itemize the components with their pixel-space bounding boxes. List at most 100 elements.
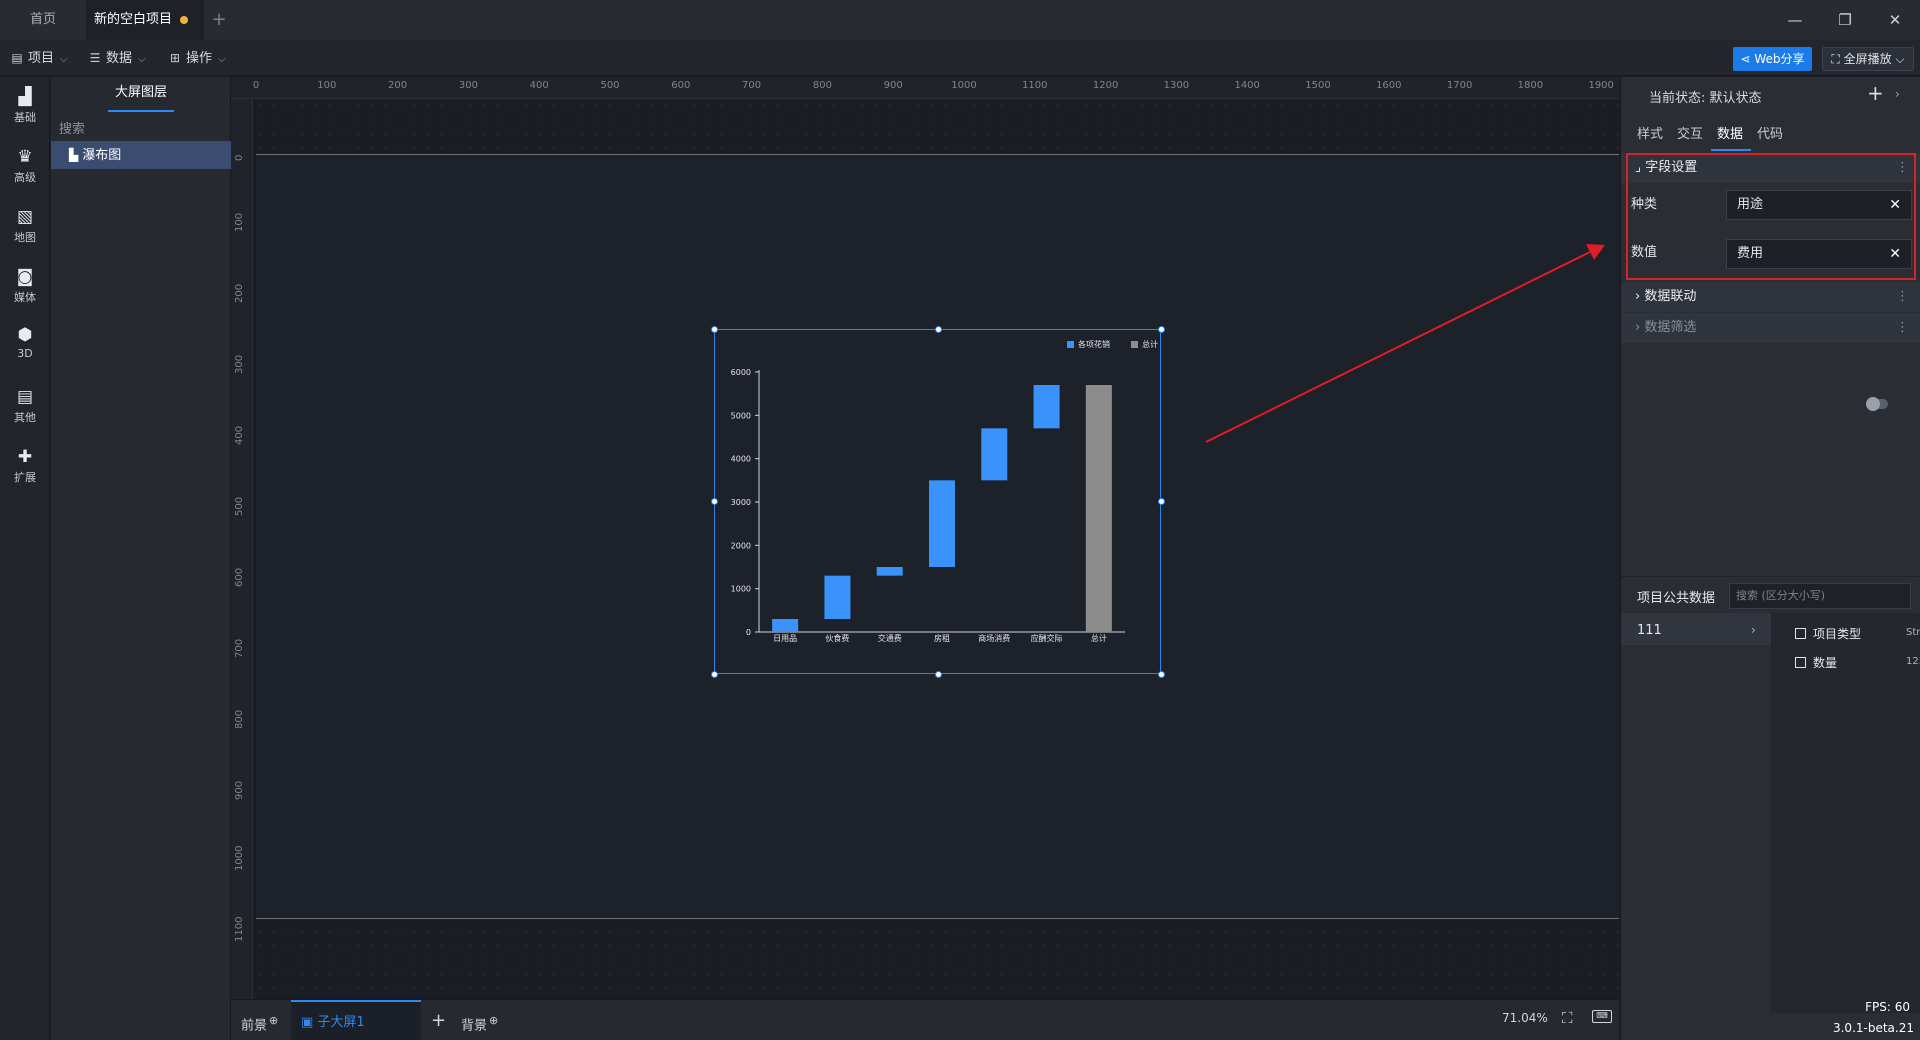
add-state-button[interactable]: + — [1867, 81, 1884, 105]
ruler-tick-label: 0 — [234, 154, 245, 161]
ruler-tick-label: 500 — [234, 496, 245, 516]
resize-handle-top-left[interactable] — [711, 326, 718, 333]
category-other[interactable]: ▤ 其他 — [0, 387, 50, 425]
category-extension-label: 扩展 — [14, 471, 36, 484]
restore-button[interactable]: ❐ — [1820, 0, 1870, 40]
add-tab-button[interactable]: + — [206, 0, 232, 40]
category-media[interactable]: ◙ 媒体 — [0, 267, 50, 305]
category-media-label: 媒体 — [14, 291, 36, 304]
y-tick-label: 6000 — [731, 368, 751, 377]
public-data-fields: 项目类型 Str 数量 123 — [1771, 613, 1920, 1013]
checkbox[interactable] — [1795, 628, 1806, 639]
foreground-tab[interactable]: 前景 ⊕ — [241, 1000, 278, 1040]
layer-search-input[interactable]: 搜索 — [59, 117, 223, 143]
data-filter-toggle[interactable] — [1866, 397, 1888, 411]
resize-handle-top[interactable] — [935, 326, 942, 333]
crown-icon: ♛ — [17, 147, 33, 167]
ruler-tick-label: 1300 — [1163, 80, 1190, 91]
resize-handle-left[interactable] — [711, 498, 718, 505]
minimize-button[interactable]: — — [1770, 0, 1820, 40]
keyboard-icon[interactable]: ⌨ — [1592, 1010, 1612, 1023]
tab-project[interactable]: 新的空白项目 — [86, 0, 204, 40]
screen-layer-bar: 前景 ⊕ ▣ 子大屏1 + 背景 ⊕ — [231, 999, 1619, 1040]
fullscreen-icon: ⛶ — [1831, 52, 1844, 66]
share-icon: ⋖ — [1740, 52, 1755, 66]
fullscreen-label: 全屏播放 — [1843, 52, 1892, 66]
version-label: 3.0.1-beta.21 — [1832, 1021, 1914, 1035]
x-tick-label: 商场消费 — [978, 633, 1010, 643]
public-data-search-input[interactable]: 搜索 (区分大小写) — [1729, 583, 1911, 609]
ruler-tick-label: 1800 — [1517, 80, 1544, 91]
ruler-tick-label: 200 — [234, 283, 245, 303]
tab-home[interactable]: 首页 — [0, 0, 86, 40]
web-share-button[interactable]: ⋖ Web分享 — [1733, 47, 1812, 71]
property-panel: 当前状态: 默认状态 + › 样式 交互 数据 代码 ⌟ 字段设置 ⋮ 种类 用途… — [1620, 77, 1920, 1040]
waterfall-bar — [1033, 385, 1060, 429]
horizontal-ruler: 0 100 200 300 400 500 600 700 800 900 1000 1100 1200… — [231, 77, 1619, 99]
ruler-tick-label: 900 — [883, 80, 903, 91]
ruler-tick-label: 300 — [458, 80, 478, 91]
current-state[interactable]: 当前状态: 默认状态 — [1649, 87, 1762, 106]
menu-bar: ▤ 项目 ⌵ ☰ 数据 ⌵ ⊞ 操作 ⌵ — [0, 40, 1920, 76]
background-tab[interactable]: 背景 ⊕ — [461, 1000, 498, 1040]
category-extension[interactable]: ✚ 扩展 — [0, 447, 50, 485]
layer-panel-tab[interactable]: 大屏图层 — [51, 77, 231, 112]
y-tick-label: 2000 — [731, 541, 751, 550]
tab-data[interactable]: 数据 — [1717, 123, 1743, 142]
menu-project[interactable]: ▤ 项目 ⌵ — [10, 40, 67, 76]
more-icon[interactable]: ⋮ — [1896, 282, 1909, 312]
resize-handle-bottom-right[interactable] — [1158, 671, 1165, 678]
ruler-tick-label: 900 — [234, 780, 245, 800]
legend-label: 总计 — [1142, 339, 1158, 349]
category-advanced[interactable]: ♛ 高级 — [0, 147, 50, 185]
category-3d[interactable]: ⬢ 3D — [0, 325, 50, 360]
tab-style[interactable]: 样式 — [1637, 123, 1663, 142]
ruler-tick-label: 600 — [234, 567, 245, 587]
waterfall-chart-widget[interactable]: 0 1000 2000 3000 4000 5000 6000 日用品 伙食费 交通费 房租 商场消费… — [711, 326, 1165, 678]
public-data-list: 111 › — [1621, 613, 1771, 1013]
resize-handle-bottom-left[interactable] — [711, 671, 718, 678]
list-item[interactable]: 111 › — [1621, 613, 1771, 645]
resize-handle-top-right[interactable] — [1158, 326, 1165, 333]
data-filter-header[interactable]: › 数据筛选 ⋮ — [1621, 313, 1920, 343]
tab-interaction[interactable]: 交互 — [1677, 123, 1703, 142]
waterfall-chart: 0 1000 2000 3000 4000 5000 6000 日用品 伙食费 交通费 房租 商场消费… — [731, 339, 1158, 643]
add-circle-icon[interactable]: ⊕ — [269, 1014, 278, 1027]
sub-screen-tab[interactable]: ▣ 子大屏1 — [291, 1000, 421, 1040]
ruler-tick-label: 1100 — [234, 916, 245, 942]
category-map[interactable]: ▧ 地图 — [0, 207, 50, 245]
legend-label: 各项花销 — [1078, 339, 1110, 349]
tab-project-label: 新的空白项目 — [94, 12, 173, 27]
resize-handle-right[interactable] — [1158, 498, 1165, 505]
ruler-tick-label: 1600 — [1376, 80, 1402, 91]
fit-screen-icon[interactable]: ⛶ — [1562, 1009, 1573, 1027]
menu-operation[interactable]: ⊞ 操作 ⌵ — [168, 40, 226, 76]
waterfall-bar — [929, 480, 955, 567]
fullscreen-play-button[interactable]: ⛶ 全屏播放 ⌵ — [1822, 47, 1914, 71]
layer-item-label: 瀑布图 — [82, 148, 122, 163]
title-bar: 首页 新的空白项目 + — ❐ ✕ — [0, 0, 1920, 40]
menu-data[interactable]: ☰ 数据 ⌵ — [88, 40, 146, 76]
legend-swatch — [1131, 341, 1138, 348]
checkbox[interactable] — [1795, 657, 1806, 668]
y-tick-label: 3000 — [731, 498, 751, 507]
add-sub-screen-button[interactable]: + — [431, 1000, 446, 1040]
zoom-level[interactable]: 71.04% — [1502, 1011, 1548, 1025]
more-icon[interactable]: ⋮ — [1896, 313, 1909, 343]
ruler-tick-label: 1000 — [951, 80, 977, 91]
resize-handle-bottom[interactable] — [935, 671, 942, 678]
grid-icon: ⊞ — [169, 51, 181, 65]
category-basic[interactable]: ▟ 基础 — [0, 87, 50, 125]
waterfall-bar — [772, 619, 799, 632]
close-window-button[interactable]: ✕ — [1870, 0, 1920, 40]
menu-operation-label: 操作 — [186, 51, 213, 66]
y-tick-label: 1000 — [731, 585, 751, 594]
data-linkage-header[interactable]: › 数据联动 ⋮ — [1621, 282, 1920, 312]
component-category-bar: ▟ 基础 ♛ 高级 ▧ 地图 ◙ 媒体 ⬢ 3D ▤ 其他 ✚ 扩展 — [0, 77, 50, 1040]
tab-code[interactable]: 代码 — [1757, 123, 1783, 142]
chevron-right-icon: › — [1635, 289, 1645, 304]
layer-item-waterfall[interactable]: ▙ 瀑布图 — [51, 141, 231, 169]
chevron-right-icon[interactable]: › — [1895, 87, 1900, 101]
web-share-label: Web分享 — [1754, 52, 1805, 66]
add-circle-icon[interactable]: ⊕ — [489, 1014, 498, 1027]
